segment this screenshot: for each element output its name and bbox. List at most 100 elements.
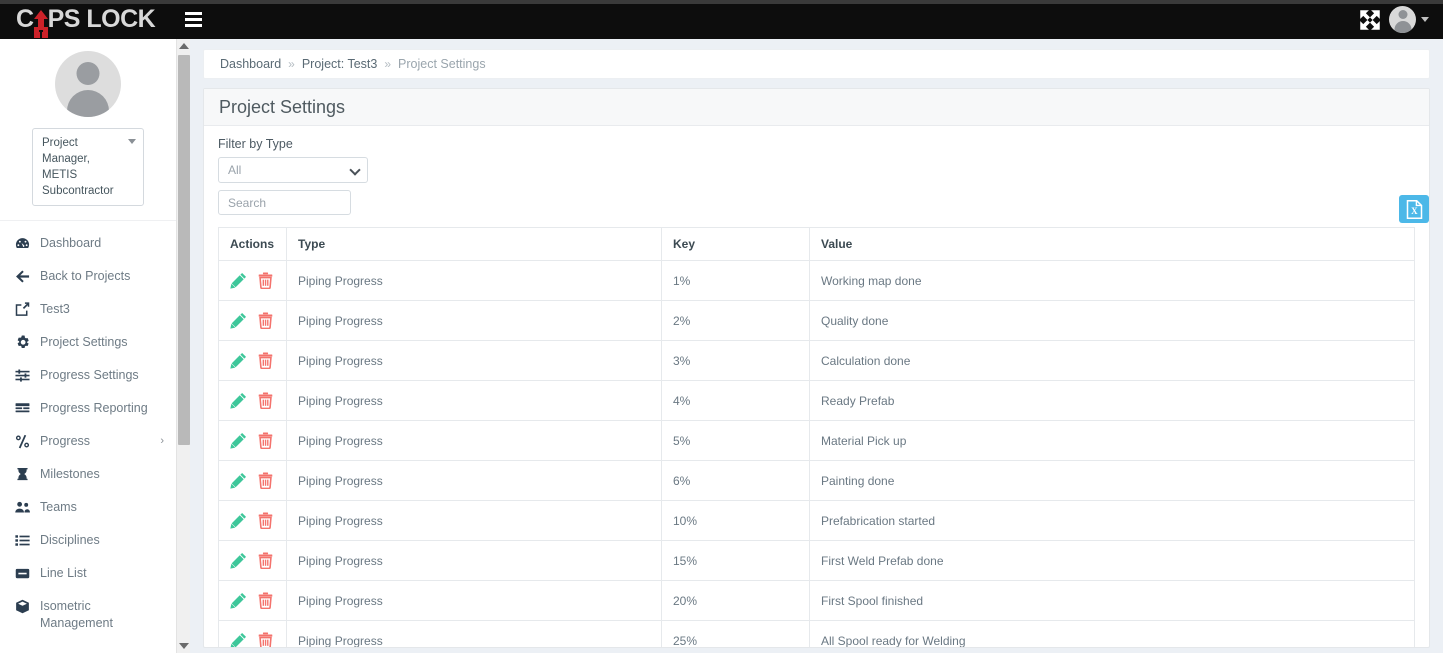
sidebar-item-line-list[interactable]: Line List <box>0 557 176 590</box>
minus-square-icon <box>14 565 31 582</box>
app-logo[interactable]: C PS LOCK <box>0 0 176 39</box>
cell-value: Material Pick up <box>809 420 1415 461</box>
sidebar-item-test3[interactable]: Test3 <box>0 293 176 326</box>
trash-icon[interactable] <box>258 272 273 290</box>
cell-value: First Weld Prefab done <box>809 540 1415 581</box>
table-row: Piping Progress 5% Material Pick up <box>218 420 1415 461</box>
sidebar-scrollbar[interactable] <box>176 39 190 653</box>
column-header-actions: Actions <box>218 227 287 261</box>
logo-text-suffix: PS LOCK <box>47 5 156 33</box>
sidebar-item-label: Project Settings <box>40 335 128 349</box>
scroll-up-arrow-icon[interactable] <box>177 39 191 53</box>
cell-value: Painting done <box>809 460 1415 501</box>
sidebar-item-disciplines[interactable]: Disciplines <box>0 524 176 557</box>
sidebar-item-progress-settings[interactable]: Progress Settings <box>0 359 176 392</box>
sidebar-item-milestones[interactable]: Milestones <box>0 458 176 491</box>
sidebar-item-project-settings[interactable]: Project Settings <box>0 326 176 359</box>
trash-icon[interactable] <box>258 392 273 410</box>
cell-type: Piping Progress <box>286 340 662 381</box>
users-icon <box>14 499 31 516</box>
settings-table: Actions Type Key Value Piping Progress 1… <box>218 227 1415 647</box>
sidebar-item-progress-reporting[interactable]: Progress Reporting <box>0 392 176 425</box>
trash-icon[interactable] <box>258 472 273 490</box>
row-actions-cell <box>218 580 287 621</box>
cell-type: Piping Progress <box>286 300 662 341</box>
pencil-icon[interactable] <box>230 352 247 369</box>
cell-key: 3% <box>661 340 810 381</box>
pencil-icon[interactable] <box>230 632 247 647</box>
breadcrumb-separator: » <box>384 57 392 71</box>
main-content: Dashboard » Project: Test3 » Project Set… <box>191 39 1443 653</box>
pencil-icon[interactable] <box>230 432 247 449</box>
excel-export-button[interactable]: X <box>1399 195 1429 223</box>
row-actions-cell <box>218 340 287 381</box>
user-menu[interactable] <box>1389 6 1429 33</box>
edit-square-icon <box>14 301 31 318</box>
app-root: C PS LOCK Project Manager, METIS Subcont… <box>0 0 1443 653</box>
breadcrumb-item-project[interactable]: Project: Test3 <box>302 57 378 71</box>
fullscreen-expand-icon[interactable] <box>1357 7 1383 33</box>
trash-icon[interactable] <box>258 632 273 647</box>
pencil-icon[interactable] <box>230 312 247 329</box>
sidebar-item-label: Teams <box>40 500 77 514</box>
sidebar-item-isometric-management[interactable]: Isometric Management <box>0 590 176 640</box>
chevron-down-icon <box>349 164 361 176</box>
role-select[interactable]: Project Manager, METIS Subcontractor <box>32 128 144 206</box>
sidebar-item-progress[interactable]: Progress › <box>0 425 176 458</box>
row-actions-cell <box>218 460 287 501</box>
sidebar-item-label: Isometric Management <box>40 599 113 630</box>
pencil-icon[interactable] <box>230 472 247 489</box>
panel-body: Filter by Type All Search X Actions Type… <box>204 126 1429 647</box>
row-actions-cell <box>218 300 287 341</box>
breadcrumb-separator: » <box>288 57 295 71</box>
cell-value: Working map done <box>809 260 1415 301</box>
table-row: Piping Progress 2% Quality done <box>218 300 1415 341</box>
trash-icon[interactable] <box>258 592 273 610</box>
chevron-down-icon <box>1421 17 1429 22</box>
scrollbar-thumb[interactable] <box>178 55 190 445</box>
sidebar-item-back-to-projects[interactable]: Back to Projects <box>0 260 176 293</box>
role-select-value: Project Manager, METIS Subcontractor <box>42 137 114 197</box>
hamburger-icon[interactable] <box>176 0 210 39</box>
trash-icon[interactable] <box>258 312 273 330</box>
search-input[interactable]: Search <box>218 190 351 215</box>
arrow-up-icon <box>33 9 49 31</box>
pencil-icon[interactable] <box>230 272 247 289</box>
svg-text:X: X <box>1411 206 1418 216</box>
sidebar-user-panel: Project Manager, METIS Subcontractor <box>0 39 176 221</box>
row-actions-cell <box>218 380 287 421</box>
trash-icon[interactable] <box>258 512 273 530</box>
cube-icon <box>14 598 31 615</box>
sidebar-nav: Dashboard Back to Projects Test3 Project… <box>0 221 176 650</box>
sidebar-item-label: Disciplines <box>40 533 100 547</box>
trash-icon[interactable] <box>258 352 273 370</box>
sidebar-item-label: Line List <box>40 566 87 580</box>
dashboard-icon <box>14 235 31 252</box>
caret-down-icon <box>128 139 136 144</box>
cell-value: First Spool finished <box>809 580 1415 621</box>
sidebar-item-label: Back to Projects <box>40 269 131 283</box>
avatar <box>55 51 121 117</box>
percent-icon <box>14 433 31 450</box>
table-row: Piping Progress 6% Painting done <box>218 460 1415 501</box>
table-row: Piping Progress 10% Prefabrication start… <box>218 500 1415 541</box>
pencil-icon[interactable] <box>230 592 247 609</box>
pencil-icon[interactable] <box>230 552 247 569</box>
list-alt-icon <box>14 400 31 417</box>
column-header-type: Type <box>286 227 662 261</box>
trash-icon[interactable] <box>258 432 273 450</box>
pencil-icon[interactable] <box>230 392 247 409</box>
trash-icon[interactable] <box>258 552 273 570</box>
type-filter-select[interactable]: All <box>218 157 368 183</box>
cell-type: Piping Progress <box>286 260 662 301</box>
pencil-icon[interactable] <box>230 512 247 529</box>
arrow-left-icon <box>14 268 31 285</box>
scroll-down-arrow-icon[interactable] <box>177 639 191 653</box>
type-filter-value: All <box>228 163 242 177</box>
sidebar-item-dashboard[interactable]: Dashboard <box>0 227 176 260</box>
sidebar-item-teams[interactable]: Teams <box>0 491 176 524</box>
breadcrumb-item-dashboard[interactable]: Dashboard <box>220 57 281 71</box>
cell-key: 10% <box>661 500 810 541</box>
column-header-value: Value <box>809 227 1415 261</box>
cell-type: Piping Progress <box>286 380 662 421</box>
